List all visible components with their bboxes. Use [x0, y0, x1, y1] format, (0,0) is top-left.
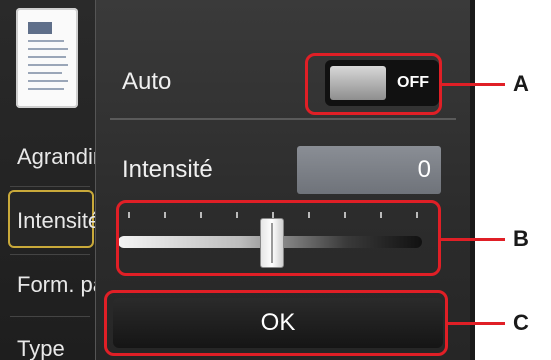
menu-item-label: Agrandir/Réduire — [17, 144, 95, 169]
callout-label-a: A — [513, 71, 529, 96]
intensity-label: Intensité — [122, 156, 213, 183]
menu-item-label: Type — [17, 336, 65, 360]
callout-leader-a — [441, 83, 505, 86]
menu-item-type[interactable]: Type — [0, 320, 95, 360]
menu-item-enlarge-reduce[interactable]: Agrandir/Réduire — [0, 128, 95, 186]
callout-box-b — [116, 200, 441, 276]
callout-label-c: C — [513, 310, 529, 335]
callout-box-c — [104, 290, 448, 356]
menu-item-label: Intensité — [17, 208, 95, 233]
callout-leader-b — [440, 238, 505, 241]
callout-leader-c — [447, 322, 505, 325]
callout-box-a — [305, 53, 442, 115]
menu-item-page-format[interactable]: Form. page — [0, 256, 95, 314]
menu-item-intensity[interactable]: Intensité — [8, 190, 95, 248]
intensity-value-box: 0 — [297, 146, 441, 194]
auto-label: Auto — [122, 68, 172, 95]
callout-label-b: B — [513, 226, 529, 251]
menu-item-label: Form. page — [17, 272, 95, 297]
settings-menu: Agrandir/Réduire Intensité Form. page Ty… — [0, 0, 95, 360]
divider — [110, 118, 456, 120]
document-preview-thumbnail — [16, 8, 78, 108]
